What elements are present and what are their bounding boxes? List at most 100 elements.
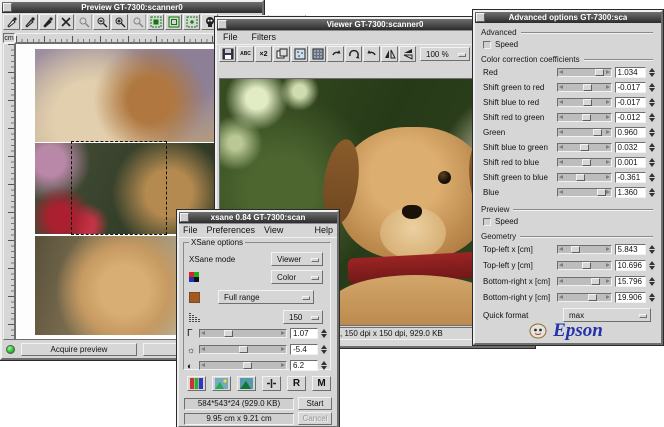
scan-mode-select[interactable]: Color <box>271 270 323 284</box>
clone-icon[interactable] <box>273 46 290 62</box>
cc-value[interactable]: 0.032 <box>615 142 646 153</box>
slider-handle[interactable] <box>243 362 252 369</box>
brightness-spinner[interactable] <box>321 345 327 354</box>
window-menu-button[interactable] <box>476 13 485 22</box>
contrast-slider[interactable] <box>199 361 287 370</box>
contrast-value[interactable]: 6.2 <box>290 360 318 371</box>
slider-handle[interactable] <box>582 114 591 121</box>
geo-value[interactable]: 10.696 <box>615 260 646 271</box>
cc-value[interactable]: -0.361 <box>615 172 646 183</box>
despeckle-icon[interactable] <box>291 46 308 62</box>
slider-handle[interactable] <box>591 278 600 285</box>
slider-handle[interactable] <box>583 99 592 106</box>
cc-value[interactable]: 0.960 <box>615 127 646 138</box>
geo-slider[interactable] <box>557 245 612 254</box>
geo-slider[interactable] <box>557 277 612 286</box>
slider-handle[interactable] <box>571 246 580 253</box>
viewer-menu-file[interactable]: File <box>223 32 238 42</box>
viewer-zoom-select[interactable]: 100 % <box>420 47 470 61</box>
window-menu-button[interactable] <box>3 3 12 12</box>
cc-spinner[interactable] <box>649 158 655 167</box>
select-visible-area-icon[interactable] <box>165 14 182 30</box>
cc-value[interactable]: 0.001 <box>615 157 646 168</box>
geo-slider[interactable] <box>557 261 612 270</box>
geo-value[interactable]: 5.843 <box>615 244 646 255</box>
rotate-left-icon[interactable] <box>363 46 380 62</box>
slider-handle[interactable] <box>582 262 591 269</box>
medium-select[interactable]: Full range <box>218 290 314 304</box>
gamma-value[interactable]: 1.07 <box>290 328 318 339</box>
zoom-in-icon[interactable] <box>111 14 128 30</box>
ocr-icon[interactable]: ABC <box>237 46 254 62</box>
xsane-menu-file[interactable]: File <box>183 225 198 235</box>
cc-slider[interactable] <box>557 83 612 92</box>
restore-button[interactable]: R <box>287 376 306 391</box>
cc-slider[interactable] <box>557 188 612 197</box>
gamma-slider[interactable] <box>199 329 287 338</box>
viewer-menu-filters[interactable]: Filters <box>252 32 277 42</box>
preview-titlebar[interactable]: Preview GT-7300:scanner0 <box>2 2 262 13</box>
slider-handle[interactable] <box>580 144 589 151</box>
cc-spinner[interactable] <box>649 98 655 107</box>
slider-handle[interactable] <box>583 84 592 91</box>
slider-handle[interactable] <box>576 174 585 181</box>
cc-value[interactable]: -0.017 <box>615 82 646 93</box>
cc-spinner[interactable] <box>649 143 655 152</box>
geo-slider[interactable] <box>557 293 612 302</box>
blur-icon[interactable] <box>309 46 326 62</box>
contrast-spinner[interactable] <box>321 361 327 370</box>
slider-handle[interactable] <box>588 294 597 301</box>
pipette-gray-icon[interactable] <box>21 14 38 30</box>
xsane-menu-help[interactable]: Help <box>314 225 333 235</box>
brightness-slider[interactable] <box>199 345 287 354</box>
cc-spinner[interactable] <box>649 128 655 137</box>
delete-selection-icon[interactable] <box>57 14 74 30</box>
gamma-spinner[interactable] <box>321 329 327 338</box>
cc-spinner[interactable] <box>649 83 655 92</box>
cc-spinner[interactable] <box>649 188 655 197</box>
mirror-y-icon[interactable] <box>399 46 416 62</box>
advanced-speed-checkbox[interactable]: Speed <box>483 40 518 49</box>
xsane-menu-view[interactable]: View <box>264 225 283 235</box>
xsane-menu-preferences[interactable]: Preferences <box>207 225 256 235</box>
autoselect-area-icon[interactable] <box>183 14 200 30</box>
pipette-black-icon[interactable] <box>39 14 56 30</box>
window-menu-button[interactable] <box>218 20 227 29</box>
cc-value[interactable]: 1.034 <box>615 67 646 78</box>
scale-icon[interactable]: ×2 <box>255 46 272 62</box>
cc-slider[interactable] <box>557 98 612 107</box>
preview-speed-checkbox[interactable]: Speed <box>483 217 518 226</box>
xsane-mode-select[interactable]: Viewer <box>271 252 323 266</box>
cc-value[interactable]: -0.017 <box>615 97 646 108</box>
cc-spinner[interactable] <box>649 68 655 77</box>
selection-rect[interactable] <box>71 141 167 235</box>
cc-spinner[interactable] <box>649 113 655 122</box>
restore-enhance-icon[interactable] <box>262 376 281 391</box>
rotate-right-icon[interactable] <box>327 46 344 62</box>
cc-slider[interactable] <box>557 143 612 152</box>
rotate-180-icon[interactable] <box>345 46 362 62</box>
cc-value[interactable]: -0.012 <box>615 112 646 123</box>
cc-slider[interactable] <box>557 113 612 122</box>
memorize-button[interactable]: M <box>312 376 331 391</box>
cc-value[interactable]: 1.360 <box>615 187 646 198</box>
pipette-white-icon[interactable] <box>3 14 20 30</box>
slider-handle[interactable] <box>582 159 591 166</box>
geo-spinner[interactable] <box>649 245 655 254</box>
geo-spinner[interactable] <box>649 277 655 286</box>
select-full-area-icon[interactable] <box>147 14 164 30</box>
start-button[interactable]: Start <box>298 397 332 410</box>
advanced-titlebar[interactable]: Advanced options GT-7300:sca <box>475 12 661 23</box>
zoom-out-icon[interactable] <box>93 14 110 30</box>
cc-slider[interactable] <box>557 173 612 182</box>
default-enhance-icon[interactable] <box>237 376 256 391</box>
auto-enhance-icon[interactable] <box>212 376 231 391</box>
slider-handle[interactable] <box>224 330 233 337</box>
rgb-default-icon[interactable] <box>187 376 206 391</box>
geo-spinner[interactable] <box>649 261 655 270</box>
geo-value[interactable]: 19.906 <box>615 292 646 303</box>
xsane-titlebar[interactable]: xsane 0.84 GT-7300:scan <box>179 212 337 223</box>
slider-handle[interactable] <box>593 129 602 136</box>
window-menu-button[interactable] <box>180 213 189 222</box>
acquire-preview-button[interactable]: Acquire preview <box>21 343 137 356</box>
